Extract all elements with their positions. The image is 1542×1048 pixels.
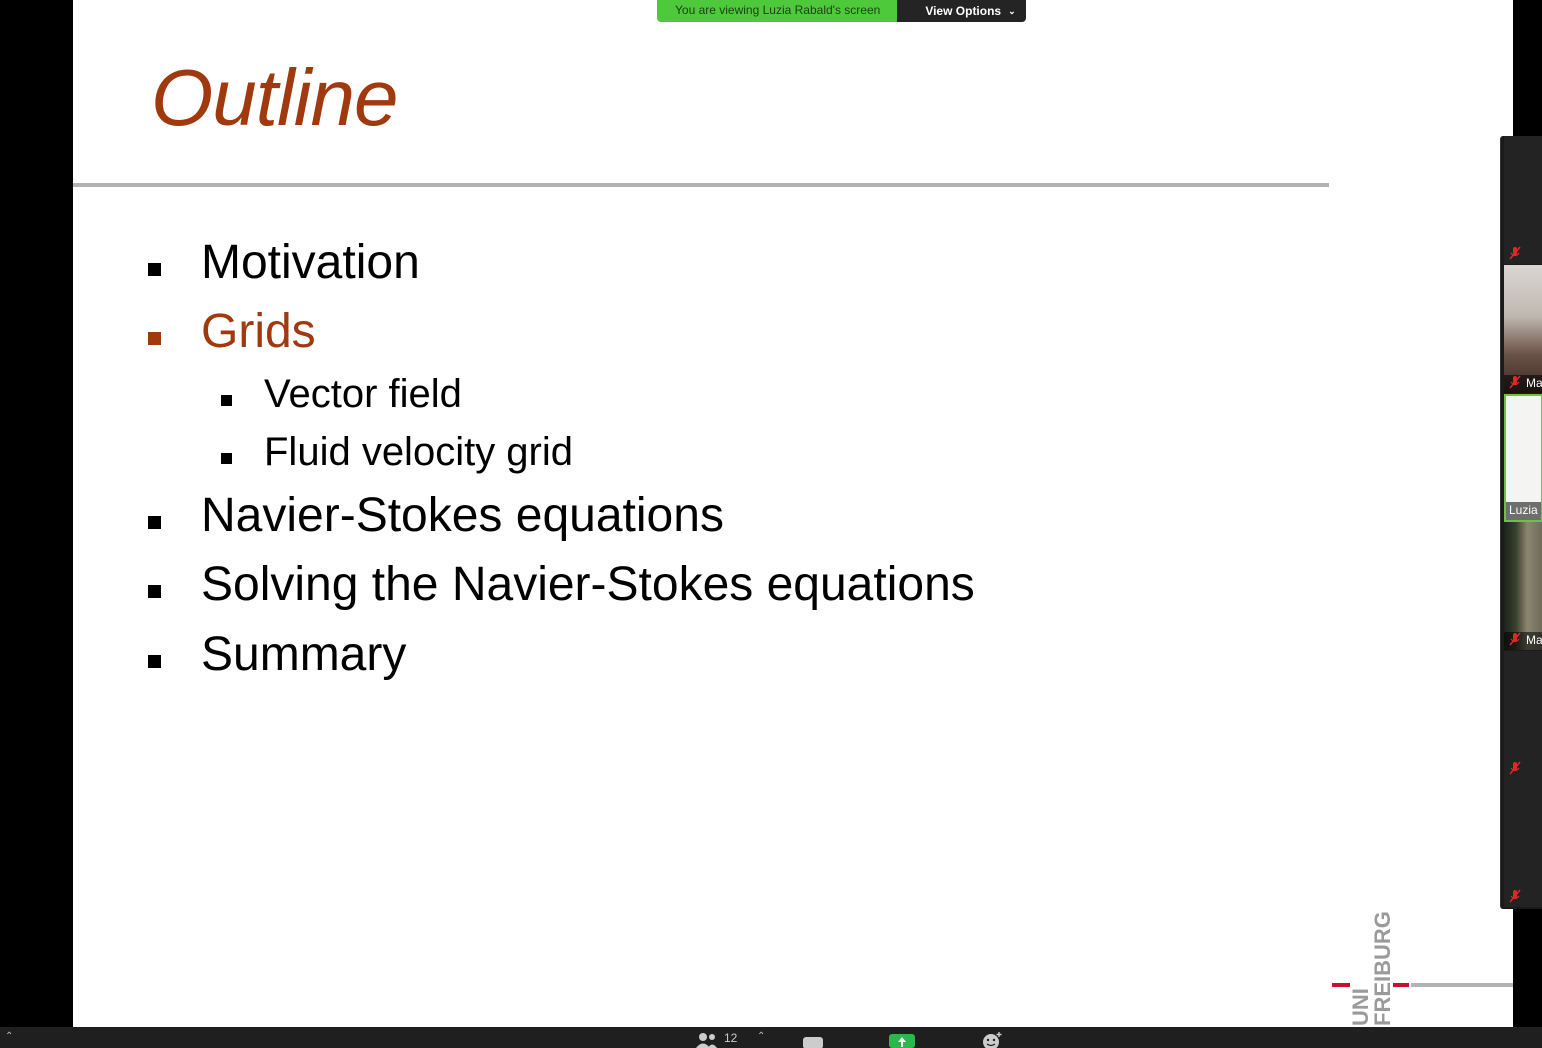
bullet-square-icon <box>221 453 232 464</box>
logo-accent-left <box>1332 983 1350 987</box>
outline-item-label: Navier-Stokes equations <box>201 489 724 542</box>
participant-tile[interactable]: Ma <box>1504 522 1542 650</box>
outline-item: Motivation <box>148 235 420 290</box>
muted-mic-icon <box>1509 889 1521 903</box>
bullet-square-icon <box>148 585 161 598</box>
participant-name: Luzia <box>1509 503 1538 517</box>
outline-item-active: Grids <box>148 304 316 359</box>
university-logo: UNI FREIBURG <box>1348 911 1395 1027</box>
outline-subitem: Fluid velocity grid <box>221 430 573 475</box>
bullet-square-icon <box>148 332 161 345</box>
bullet-square-icon <box>148 516 161 529</box>
meeting-toolbar: ⌃ 12 ⌃ <box>0 1027 1542 1048</box>
participant-name: Ma <box>1526 633 1542 647</box>
chat-icon[interactable] <box>802 1035 824 1048</box>
muted-mic-icon <box>1509 761 1521 775</box>
title-divider <box>73 183 1329 187</box>
outline-item-label: Motivation <box>201 236 420 289</box>
participant-tile[interactable]: Ma <box>1504 265 1542 393</box>
reactions-icon[interactable] <box>980 1031 1004 1048</box>
chevron-up-icon[interactable]: ⌃ <box>5 1031 13 1042</box>
outline-item-label: Grids <box>201 305 316 358</box>
chevron-up-icon[interactable]: ⌃ <box>757 1031 765 1042</box>
outline-item-label: Fluid velocity grid <box>264 430 574 474</box>
share-screen-icon[interactable] <box>889 1034 915 1048</box>
outline-item: Solving the Navier-Stokes equations <box>148 557 975 612</box>
bullet-square-icon <box>221 395 232 406</box>
outline-subitem: Vector field <box>221 372 462 417</box>
screen-share-banner: You are viewing Luzia Rabald's screen Vi… <box>657 0 1026 22</box>
chevron-down-icon: ⌄ <box>1008 5 1016 16</box>
logo-line2: FREIBURG <box>1370 911 1395 1026</box>
logo-rule <box>1411 983 1513 987</box>
outline-item-label: Vector field <box>264 372 462 416</box>
bullet-square-icon <box>148 263 161 276</box>
muted-mic-icon <box>1509 375 1521 389</box>
participant-tile[interactable] <box>1504 136 1542 264</box>
view-options-button[interactable]: View Options ⌄ <box>897 0 1026 22</box>
participant-gallery[interactable]: Ma Luzia Ma <box>1500 136 1542 909</box>
outline-item: Navier-Stokes equations <box>148 488 724 543</box>
muted-mic-icon <box>1509 246 1521 260</box>
participant-name: Ma <box>1526 376 1542 390</box>
participants-icon[interactable] <box>696 1032 718 1048</box>
participant-tile-active-speaker[interactable]: Luzia <box>1504 394 1542 522</box>
outline-item-label: Summary <box>201 628 407 681</box>
outline-item-label: Solving the Navier-Stokes equations <box>201 558 975 611</box>
muted-mic-icon <box>1509 632 1521 646</box>
view-options-label: View Options <box>925 3 1002 18</box>
participant-tile[interactable] <box>1504 779 1542 907</box>
bullet-square-icon <box>148 655 161 668</box>
slide-title: Outline <box>151 53 398 142</box>
viewing-screen-label: You are viewing Luzia Rabald's screen <box>657 0 898 22</box>
logo-accent-right <box>1393 983 1409 987</box>
participant-tile[interactable] <box>1504 651 1542 779</box>
outline-item: Summary <box>148 627 406 682</box>
shared-slide: Outline Motivation Grids Vector field Fl… <box>73 0 1513 1027</box>
participants-count: 12 <box>724 1031 738 1045</box>
